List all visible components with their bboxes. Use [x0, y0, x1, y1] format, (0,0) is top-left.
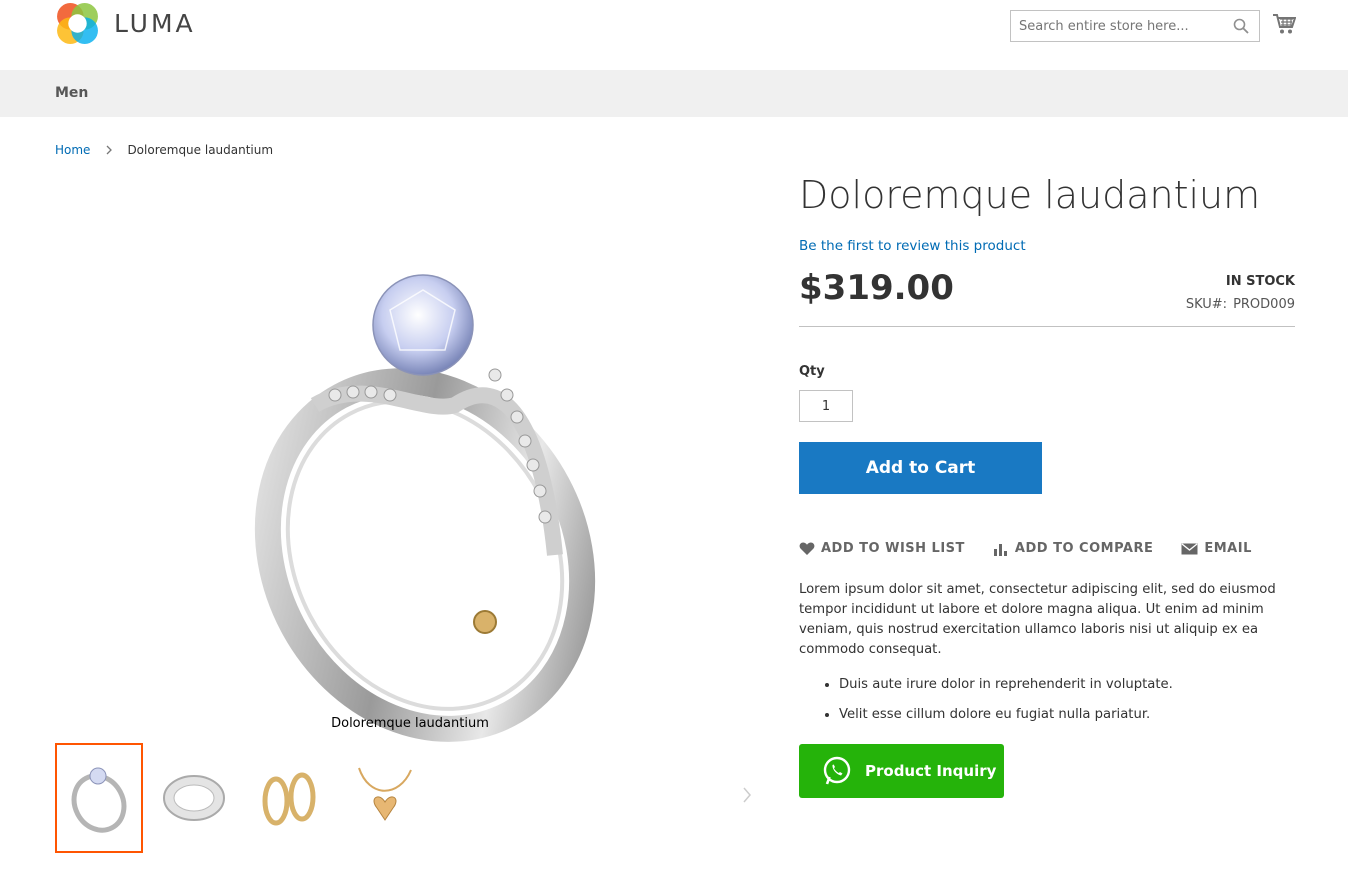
compare-icon — [993, 543, 1007, 556]
product-actions: ADD TO WISH LIST ADD TO COMPARE EMAIL — [799, 541, 1280, 556]
whatsapp-icon — [823, 756, 851, 785]
envelope-icon — [1181, 542, 1198, 554]
add-to-cart-button[interactable]: Add to Cart — [799, 442, 1042, 494]
inquiry-label: Product Inquiry — [865, 762, 997, 780]
earrings-thumbnail-image — [262, 772, 316, 826]
chevron-right-icon — [106, 145, 113, 155]
gallery-caption: Doloremque laudantium — [331, 716, 489, 731]
product-main-image[interactable] — [215, 255, 635, 755]
luma-logo-icon — [57, 2, 98, 44]
search-box — [1010, 10, 1260, 42]
add-to-wishlist-link[interactable]: ADD TO WISH LIST — [799, 541, 965, 556]
thumbnail-strip — [55, 743, 435, 853]
breadcrumb-home-link[interactable]: Home — [55, 143, 90, 157]
necklace-thumbnail-image — [358, 767, 412, 821]
header: LUMA — [0, 0, 1348, 70]
qty-input[interactable] — [799, 390, 853, 422]
cart-icon[interactable] — [1272, 13, 1296, 35]
product-title: Doloremque laudantium — [799, 173, 1261, 217]
breadcrumb-current: Doloremque laudantium — [127, 143, 274, 157]
divider — [799, 326, 1295, 327]
wishlist-label: ADD TO WISH LIST — [821, 541, 965, 556]
sku-value: PROD009 — [1233, 297, 1295, 312]
product-sku: SKU#: PROD009 — [1186, 297, 1295, 312]
nav-item-men[interactable]: Men — [55, 85, 88, 101]
thumbnail-bracelet[interactable] — [150, 743, 238, 853]
search-icon[interactable] — [1233, 18, 1249, 34]
stock-status: IN STOCK — [1225, 274, 1295, 289]
thumbnail-ring[interactable] — [55, 743, 143, 853]
email-label: EMAIL — [1204, 541, 1252, 556]
compare-label: ADD TO COMPARE — [1014, 541, 1154, 556]
product-inquiry-button[interactable]: Product Inquiry — [799, 744, 1004, 798]
review-link[interactable]: Be the first to review this product — [799, 238, 1026, 254]
main-navigation: Men — [0, 70, 1348, 117]
breadcrumb: Home Doloremque laudantium — [55, 143, 273, 157]
email-link[interactable]: EMAIL — [1181, 541, 1252, 556]
bracelet-thumbnail-image — [163, 775, 225, 821]
add-to-compare-link[interactable]: ADD TO COMPARE — [993, 541, 1153, 556]
store-logo[interactable]: LUMA — [55, 0, 196, 46]
product-price: $319.00 — [799, 268, 954, 308]
feature-list-item: Velit esse cillum dolore eu fugiat nulla… — [839, 700, 1173, 730]
thumbnail-necklace[interactable] — [340, 743, 428, 853]
search-input[interactable] — [1011, 12, 1221, 40]
sku-label: SKU#: — [1185, 297, 1228, 312]
qty-label: Qty — [799, 364, 825, 379]
thumbnail-earrings[interactable] — [245, 743, 333, 853]
feature-list: Duis aute irure dolor in reprehenderit i… — [839, 670, 1173, 730]
feature-list-item: Duis aute irure dolor in reprehenderit i… — [839, 670, 1173, 700]
ring-thumbnail-image — [71, 767, 127, 833]
heart-icon — [799, 542, 815, 555]
brand-name: LUMA — [114, 8, 196, 38]
product-description: Lorem ipsum dolor sit amet, consectetur … — [799, 582, 1276, 657]
chevron-right-icon[interactable] — [741, 785, 753, 805]
